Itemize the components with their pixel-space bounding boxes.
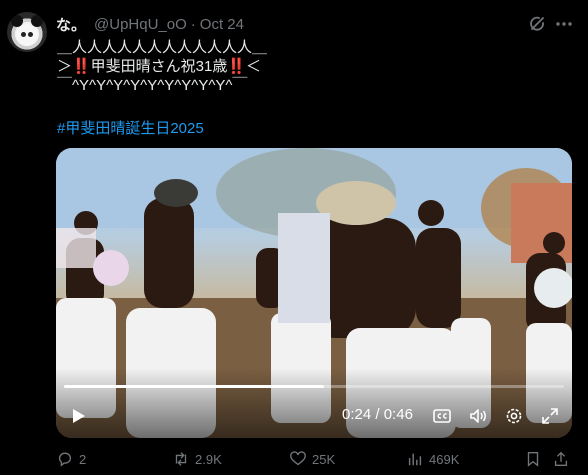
repost-button[interactable]: 2.9K [172, 450, 222, 468]
video-controls-shade [56, 368, 572, 438]
tweet-text-line: ＞‼️甲斐田晴さん祝31歳‼️＜ [57, 58, 262, 75]
video-player[interactable]: 0:24 / 0:46 [56, 148, 572, 438]
fullscreen-icon[interactable] [540, 406, 560, 426]
avatar[interactable] [7, 12, 47, 52]
tweet-actions: 2 2.9K 25K 469K [56, 450, 572, 472]
current-time: 0:24 [342, 406, 372, 423]
captions-icon[interactable] [432, 406, 452, 426]
user-handle[interactable]: @UpHqU_oO [94, 16, 187, 33]
tweet-text-line: ￣^Y^Y^Y^Y^Y^Y^Y^Y^Y^￣ [57, 77, 248, 94]
bookmark-button[interactable] [524, 450, 547, 468]
reply-button[interactable]: 2 [56, 450, 86, 468]
time-separator: / [375, 406, 380, 423]
repost-icon [175, 452, 187, 466]
video-progress-fill [64, 385, 324, 388]
tweet-text-line: ＿人人人人人人人人人人人人＿ [57, 39, 268, 56]
reply-count: 2 [79, 451, 87, 467]
separator-dot: · [190, 15, 196, 33]
tweet-text: ＿人人人人人人人人人人人人＿ ＞‼️甲斐田晴さん祝31歳‼️＜ ￣^Y^Y^Y^Y^… [57, 38, 267, 95]
views-icon [408, 453, 422, 466]
play-icon[interactable] [68, 406, 88, 426]
avatar-eye-left [21, 32, 26, 37]
avatar-face [16, 24, 38, 46]
views-button[interactable]: 469K [406, 450, 459, 468]
bookmark-icon [527, 452, 539, 467]
repost-count: 2.9K [195, 451, 222, 467]
tweet-header: な。 @UpHqU_oO · Oct 24 [56, 14, 244, 34]
duration: 0:46 [383, 406, 413, 423]
avatar-eye-right [28, 32, 33, 37]
share-button[interactable] [552, 450, 575, 468]
video-progress-bar[interactable] [64, 385, 564, 388]
tweet-date[interactable]: Oct 24 [200, 16, 244, 33]
settings-icon[interactable] [504, 406, 524, 426]
display-name[interactable]: な。 [56, 14, 86, 35]
grok-icon[interactable] [528, 14, 548, 34]
hashtag-link[interactable]: #甲斐田晴誕生日2025 [57, 117, 204, 138]
volume-icon[interactable] [468, 406, 488, 426]
video-time: 0:24 / 0:46 [342, 406, 413, 423]
more-icon[interactable] [554, 14, 574, 34]
view-count: 469K [429, 451, 460, 467]
like-button[interactable]: 25K [289, 450, 335, 468]
reply-icon [58, 452, 72, 467]
like-count: 25K [312, 451, 336, 467]
share-icon [554, 451, 568, 466]
like-icon [290, 451, 306, 466]
